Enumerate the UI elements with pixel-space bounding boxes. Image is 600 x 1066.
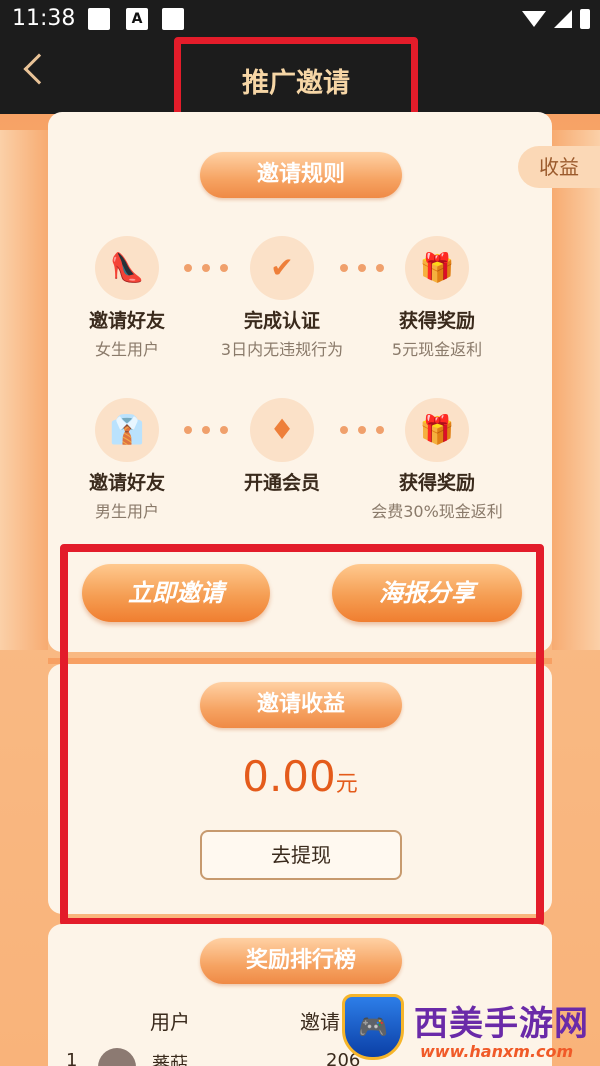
step-membership: ♦ 开通会员: [197, 398, 367, 498]
watermark-text: 西美手游网: [414, 1004, 589, 1044]
watermark-url: www.hanxm.com: [420, 1042, 574, 1061]
leaderboard-title: 奖励排行榜: [200, 938, 402, 984]
user-name: 蕃萜: [152, 1054, 188, 1066]
step-sub: 5元现金返利: [391, 340, 483, 359]
diamond-icon: ♦: [250, 398, 314, 462]
column-header-invite: 邀请: [300, 1010, 340, 1034]
left-decoration: [0, 130, 48, 650]
watermark: 🎮 西美手游网 www.hanxm.com: [336, 990, 600, 1066]
actions-highlight-box: [60, 544, 544, 926]
step-invite-male: 👔 邀请好友 男生用户: [42, 398, 212, 522]
gift-icon: 🎁: [405, 236, 469, 300]
step-name: 获得奖励: [398, 472, 475, 494]
right-decoration: [552, 130, 600, 650]
step-name: 开通会员: [243, 472, 320, 494]
income-tab[interactable]: 收益: [518, 146, 600, 188]
rules-title: 邀请规则: [200, 152, 402, 198]
step-sub: 会费30%现金返利: [371, 502, 503, 521]
step-sub: 男生用户: [94, 502, 159, 521]
rank-number: 1: [66, 1050, 78, 1066]
step-name: 完成认证: [243, 310, 320, 332]
gift-icon: 🎁: [405, 398, 469, 462]
status-time: 11:38: [12, 6, 76, 31]
battery-icon: [580, 9, 590, 29]
step-name: 获得奖励: [398, 310, 475, 332]
nav-bar: 推广邀请: [0, 37, 600, 125]
notification-icon-2: [162, 8, 184, 30]
high-heel-icon: 👠: [95, 236, 159, 300]
signal-icon: [554, 10, 572, 28]
step-reward-female: 🎁 获得奖励 5元现金返利: [352, 236, 522, 360]
step-sub: 3日内无违规行为: [220, 340, 344, 359]
status-bar: 11:38 A: [0, 0, 600, 40]
step-sub: 女生用户: [94, 340, 159, 359]
step-name: 邀请好友: [88, 472, 165, 494]
wifi-icon: [522, 11, 546, 27]
gamepad-logo-icon: 🎮: [342, 994, 404, 1060]
step-verify: ✔ 完成认证 3日内无违规行为: [197, 236, 367, 360]
page-title: 推广邀请: [242, 68, 350, 99]
step-reward-male: 🎁 获得奖励 会费30%现金返利: [352, 398, 522, 522]
app-notification-icon: A: [126, 8, 148, 30]
necktie-icon: 👔: [95, 398, 159, 462]
shield-check-icon: ✔: [250, 236, 314, 300]
notification-icon: [88, 8, 110, 30]
step-name: 邀请好友: [88, 310, 165, 332]
step-invite-female: 👠 邀请好友 女生用户: [42, 236, 212, 360]
column-header-user: 用户: [150, 1010, 190, 1034]
back-arrow-icon[interactable]: [23, 53, 55, 85]
